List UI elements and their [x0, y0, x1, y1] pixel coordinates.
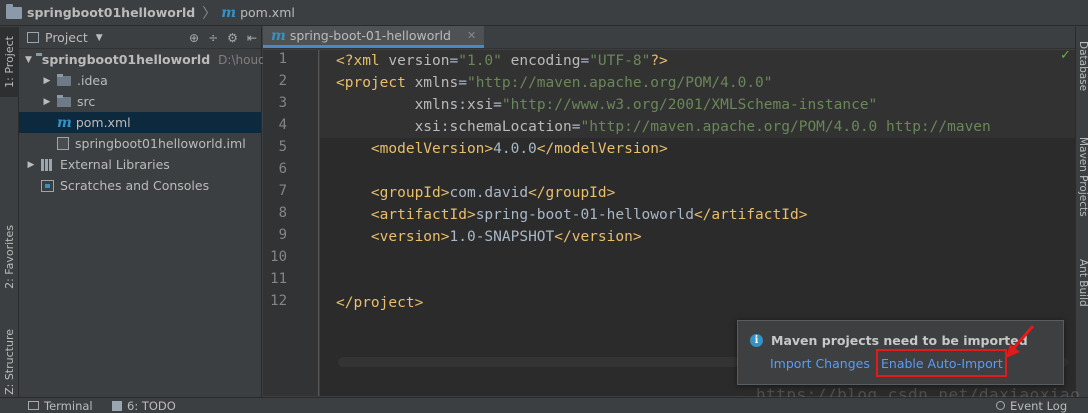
library-icon	[41, 158, 54, 171]
editor-tab-bar: m spring-boot-01-helloworld ✕	[263, 26, 1088, 49]
maven-icon: m	[221, 4, 237, 21]
module-file-icon	[57, 137, 69, 150]
event-log-icon	[996, 401, 1005, 410]
breadcrumb-file[interactable]: m pom.xml	[221, 0, 295, 26]
tab-event-log-label: Event Log	[1010, 398, 1068, 413]
tab-maven-projects[interactable]: Maven Projects	[1076, 137, 1088, 217]
line-number: 2	[278, 73, 287, 89]
line-number: 9	[278, 227, 287, 243]
project-view-icon	[27, 32, 39, 43]
tab-terminal[interactable]: Terminal	[28, 398, 93, 413]
code-line-3: xmlns:xsi="http://www.w3.org/2001/XMLSch…	[414, 97, 878, 113]
editor-tab-pom[interactable]: m spring-boot-01-helloworld ✕	[263, 26, 485, 48]
folder-icon	[6, 3, 22, 19]
tab-database-label: Database	[1077, 41, 1088, 92]
code-line-8: <artifactId>spring-boot-01-helloworld</a…	[370, 207, 808, 223]
editor-tab-label: spring-boot-01-helloworld	[289, 28, 451, 43]
chevron-down-icon[interactable]: ▼	[25, 55, 32, 65]
info-icon: i	[750, 334, 763, 347]
check-icon: ✓	[1060, 48, 1071, 63]
tree-item-label: src	[77, 94, 96, 109]
maven-icon: m	[271, 27, 286, 44]
breadcrumb-project-label: springboot01helloworld	[27, 5, 196, 20]
line-number: 11	[270, 271, 287, 287]
chevron-right-icon[interactable]: ▶	[25, 160, 37, 170]
breadcrumb-file-label: pom.xml	[240, 5, 295, 20]
tab-terminal-label: Terminal	[44, 398, 93, 413]
tab-structure-label: Z: Structure	[3, 329, 16, 395]
line-number-gutter: 1 2 3 4 5 6 7 8 9 10 11 12	[263, 50, 319, 396]
tab-project[interactable]: 1: Project	[0, 27, 19, 97]
line-number: 10	[270, 249, 287, 265]
tree-item-label: External Libraries	[60, 157, 170, 172]
tree-item-pom[interactable]: m pom.xml	[19, 112, 261, 133]
maven-icon: m	[57, 114, 72, 131]
code-line-5: <modelVersion>4.0.0</modelVersion>	[370, 141, 668, 157]
scratch-icon	[41, 179, 54, 192]
tree-item-src[interactable]: ▶ src	[19, 91, 261, 112]
chevron-right-icon[interactable]: ▶	[41, 97, 53, 107]
tab-favorites[interactable]: 2: Favorites	[0, 202, 19, 312]
todo-icon	[112, 400, 122, 411]
breadcrumb-project[interactable]: springboot01helloworld	[6, 0, 195, 26]
tab-todo-label: 6: TODO	[127, 398, 176, 413]
tree-item-label: Scratches and Consoles	[60, 178, 210, 193]
tree-item-external-libraries[interactable]: ▶ External Libraries	[19, 154, 261, 175]
notification-message: Maven projects need to be imported	[771, 333, 1028, 348]
code-line-1: <?xml version="1.0" encoding="UTF-8"?>	[336, 53, 668, 69]
tab-structure[interactable]: Z: Structure	[0, 327, 19, 397]
code-line-2: <project xmlns="http://maven.apache.org/…	[336, 75, 773, 91]
tree-item-iml[interactable]: springboot01helloworld.iml	[19, 133, 261, 154]
project-view-selector[interactable]: Project	[45, 30, 88, 45]
line-number: 4	[278, 117, 287, 133]
code-line-9: <version>1.0-SNAPSHOT</version>	[370, 229, 642, 245]
line-number: 6	[278, 161, 287, 177]
red-arrow-icon	[1006, 325, 1035, 358]
folder-icon	[57, 73, 71, 86]
tree-item-label: .idea	[77, 73, 108, 88]
line-number: 12	[270, 293, 287, 309]
tab-database[interactable]: Database	[1076, 41, 1088, 91]
left-tool-stripe: 1: Project 2: Favorites Z: Structure	[0, 27, 19, 397]
collapse-all-icon[interactable]: ÷	[208, 31, 218, 45]
hide-icon[interactable]: ⇤	[247, 31, 257, 45]
tab-maven-label: Maven Projects	[1077, 137, 1088, 217]
close-icon[interactable]: ✕	[467, 29, 476, 42]
navigation-bar: springboot01helloworld 〉 m pom.xml	[0, 0, 1088, 26]
tree-item-project-root[interactable]: ▼ springboot01helloworld D:\houdu	[19, 49, 273, 70]
line-number: 8	[278, 205, 287, 221]
folder-icon	[57, 94, 71, 107]
tab-project-label: 1: Project	[3, 36, 16, 88]
tab-ant-label: Ant Build	[1077, 259, 1088, 307]
tab-favorites-label: 2: Favorites	[3, 225, 16, 289]
right-tool-stripe: Database Maven Projects Ant Build	[1075, 27, 1088, 397]
breadcrumb-separator: 〉	[202, 5, 217, 22]
tab-todo[interactable]: 6: TODO	[112, 398, 176, 413]
line-number: 5	[278, 139, 287, 155]
chevron-right-icon[interactable]: ▶	[41, 76, 53, 86]
code-line-4: xsi:schemaLocation="http://maven.apache.…	[414, 119, 991, 135]
tree-item-idea[interactable]: ▶ .idea	[19, 70, 261, 91]
tab-event-log[interactable]: Event Log	[996, 398, 1068, 413]
import-changes-link[interactable]: Import Changes	[770, 356, 870, 371]
tab-ant-build[interactable]: Ant Build	[1076, 259, 1088, 307]
chevron-down-icon[interactable]: ▼	[96, 33, 103, 43]
tree-item-label: springboot01helloworld.iml	[75, 136, 246, 151]
code-line-7: <groupId>com.david</groupId>	[370, 185, 616, 201]
tree-item-label: pom.xml	[75, 115, 131, 130]
tree-item-scratches[interactable]: Scratches and Consoles	[19, 175, 261, 196]
bottom-tool-bar: Terminal 6: TODO Event Log	[0, 397, 1088, 413]
tree-item-label: springboot01helloworld	[41, 52, 211, 67]
project-panel: Project ▼ ⊕ ÷ ⚙ ⇤ ▼ springboot01hellowor…	[19, 27, 273, 397]
gear-icon[interactable]: ⚙	[227, 31, 238, 45]
highlight-box	[876, 349, 1007, 377]
line-number: 7	[278, 183, 287, 199]
line-number: 3	[278, 95, 287, 111]
project-panel-header: Project ▼ ⊕ ÷ ⚙ ⇤	[19, 27, 261, 49]
code-line-12: </project>	[336, 295, 424, 311]
locate-icon[interactable]: ⊕	[189, 31, 199, 45]
line-number: 1	[278, 51, 287, 67]
terminal-icon	[28, 401, 39, 410]
